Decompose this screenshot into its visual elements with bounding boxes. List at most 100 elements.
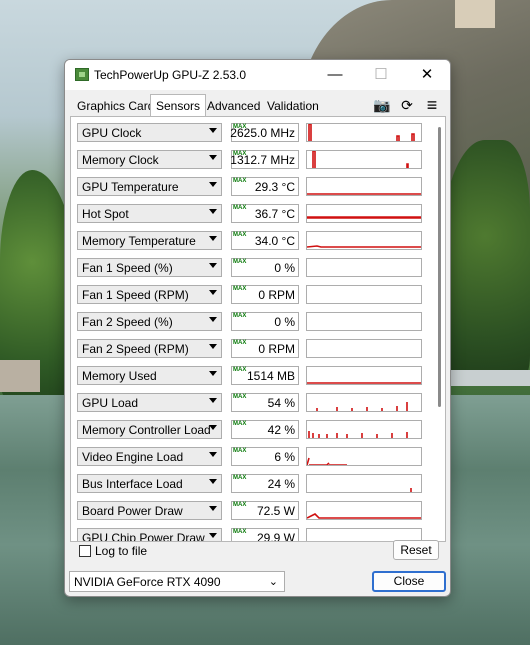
- chevron-down-icon: ⌄: [268, 576, 278, 588]
- scrollbar[interactable]: [437, 117, 442, 541]
- gpu-select[interactable]: NVIDIA GeForce RTX 4090 ⌄: [69, 571, 285, 592]
- castle-image: [455, 0, 495, 28]
- scrollbar-thumb[interactable]: [438, 127, 441, 407]
- max-badge: MAX: [233, 178, 247, 184]
- sensor-value-box: MAX 54 %: [231, 393, 299, 412]
- sensor-row: Board Power Draw MAX 72.5 W: [71, 497, 431, 524]
- sensor-row: Memory Used MAX 1514 MB: [71, 362, 431, 389]
- camera-icon[interactable]: 📷: [373, 97, 391, 113]
- close-button[interactable]: Close: [372, 571, 446, 592]
- max-badge: MAX: [233, 205, 247, 211]
- sensor-name: Memory Clock: [82, 153, 159, 167]
- sensor-name: Board Power Draw: [82, 504, 183, 518]
- title-bar[interactable]: TechPowerUp GPU-Z 2.53.0 — ☐ ✕: [65, 60, 450, 90]
- sensor-select[interactable]: Memory Controller Load: [77, 420, 222, 439]
- sensor-select[interactable]: Board Power Draw: [77, 501, 222, 520]
- tab-bar: Graphics Card Sensors Advanced Validatio…: [65, 94, 450, 117]
- max-badge: MAX: [233, 394, 247, 400]
- sensor-graph-plot: [316, 402, 408, 411]
- sensor-select[interactable]: Fan 1 Speed (%): [77, 258, 222, 277]
- sensor-value: 54 %: [267, 396, 295, 410]
- sensor-value: 1312.7 MHz: [230, 153, 295, 167]
- sensor-row: Fan 1 Speed (RPM) MAX 0 RPM: [71, 281, 431, 308]
- sensor-graph: [306, 420, 422, 439]
- sensor-select[interactable]: Fan 2 Speed (%): [77, 312, 222, 331]
- sensor-value-box: MAX 36.7 °C: [231, 204, 299, 223]
- tab-validation[interactable]: Validation: [267, 96, 319, 116]
- tab-advanced[interactable]: Advanced: [207, 96, 260, 116]
- dropdown-arrow-icon: [209, 236, 217, 241]
- sensor-value-box: MAX 34.0 °C: [231, 231, 299, 250]
- sensor-select[interactable]: Hot Spot: [77, 204, 222, 223]
- tab-graphics-card[interactable]: Graphics Card: [77, 96, 154, 116]
- max-badge: MAX: [233, 421, 247, 427]
- sensor-graph: [306, 285, 422, 304]
- sensor-value-box: MAX 29.9 W: [231, 528, 299, 541]
- sensor-graph-plot: [307, 286, 421, 303]
- max-badge: MAX: [233, 367, 247, 373]
- sensor-select[interactable]: GPU Temperature: [77, 177, 222, 196]
- sensor-select[interactable]: GPU Clock: [77, 123, 222, 142]
- sensor-name: Fan 1 Speed (RPM): [82, 288, 189, 302]
- sensor-name: GPU Chip Power Draw: [82, 531, 205, 542]
- dropdown-arrow-icon: [209, 479, 217, 484]
- sensor-graph-plot: [312, 151, 409, 168]
- sensor-graph-plot: [410, 488, 412, 492]
- sensor-row: Hot Spot MAX 36.7 °C: [71, 200, 431, 227]
- sensor-value-box: MAX 29.3 °C: [231, 177, 299, 196]
- dropdown-arrow-icon: [209, 317, 217, 322]
- log-to-file-checkbox[interactable]: [79, 545, 91, 557]
- sensor-name: Memory Used: [82, 369, 157, 383]
- sensor-select[interactable]: Memory Used: [77, 366, 222, 385]
- window-title: TechPowerUp GPU-Z 2.53.0: [94, 68, 247, 82]
- sensor-graph: [306, 366, 422, 385]
- maximize-button[interactable]: ☐: [358, 60, 404, 90]
- dropdown-arrow-icon: [209, 452, 217, 457]
- tree-image: [440, 140, 530, 380]
- sensor-select[interactable]: Fan 2 Speed (RPM): [77, 339, 222, 358]
- gpu-select-value: NVIDIA GeForce RTX 4090: [74, 575, 221, 589]
- minimize-button[interactable]: —: [312, 60, 358, 90]
- sensor-row: Memory Controller Load MAX 42 %: [71, 416, 431, 443]
- close-window-button[interactable]: ✕: [404, 60, 450, 90]
- sensor-value-box: MAX 0 %: [231, 258, 299, 277]
- dropdown-arrow-icon: [209, 128, 217, 133]
- sensor-graph: [306, 474, 422, 493]
- refresh-icon[interactable]: ⟳: [398, 97, 416, 113]
- max-badge: MAX: [233, 502, 247, 508]
- log-to-file-label[interactable]: Log to file: [95, 544, 147, 558]
- dropdown-arrow-icon: [209, 371, 217, 376]
- sensor-row: GPU Clock MAX 2625.0 MHz: [71, 119, 431, 146]
- sensor-name: Memory Controller Load: [82, 423, 211, 437]
- sensor-row: Fan 2 Speed (%) MAX 0 %: [71, 308, 431, 335]
- menu-icon[interactable]: ≡: [423, 96, 441, 114]
- sensor-select[interactable]: Memory Clock: [77, 150, 222, 169]
- sensor-select[interactable]: GPU Load: [77, 393, 222, 412]
- tab-sensors[interactable]: Sensors: [150, 94, 207, 117]
- sensor-name: GPU Clock: [82, 126, 142, 140]
- sensor-graph: [306, 393, 422, 412]
- sensor-value-box: MAX 2625.0 MHz: [230, 123, 299, 142]
- gpuz-app-icon: [75, 68, 89, 81]
- sensor-name: Video Engine Load: [82, 450, 184, 464]
- sensor-graph: [306, 231, 422, 250]
- sensor-select[interactable]: Memory Temperature: [77, 231, 222, 250]
- reset-button[interactable]: Reset: [393, 540, 439, 560]
- sensor-graph-plot: [307, 513, 421, 519]
- sensor-value: 2625.0 MHz: [230, 126, 295, 140]
- sensor-row: Memory Temperature MAX 34.0 °C: [71, 227, 431, 254]
- sensor-select[interactable]: Fan 1 Speed (RPM): [77, 285, 222, 304]
- sensor-graph-line: [308, 431, 408, 438]
- pier-image: [0, 360, 40, 392]
- sensor-value-box: MAX 1312.7 MHz: [230, 150, 299, 169]
- max-badge: MAX: [233, 313, 247, 319]
- sensor-select[interactable]: GPU Chip Power Draw: [77, 528, 222, 542]
- sensor-select[interactable]: Video Engine Load: [77, 447, 222, 466]
- sensor-row: Video Engine Load MAX 6 %: [71, 443, 431, 470]
- sensor-value-box: MAX 42 %: [231, 420, 299, 439]
- sensor-value-box: MAX 72.5 W: [231, 501, 299, 520]
- sensor-row: GPU Chip Power Draw MAX 29.9 W: [71, 524, 431, 542]
- sensor-select[interactable]: Bus Interface Load: [77, 474, 222, 493]
- sensor-value: 6 %: [274, 450, 295, 464]
- sensor-graph-line: [307, 245, 421, 248]
